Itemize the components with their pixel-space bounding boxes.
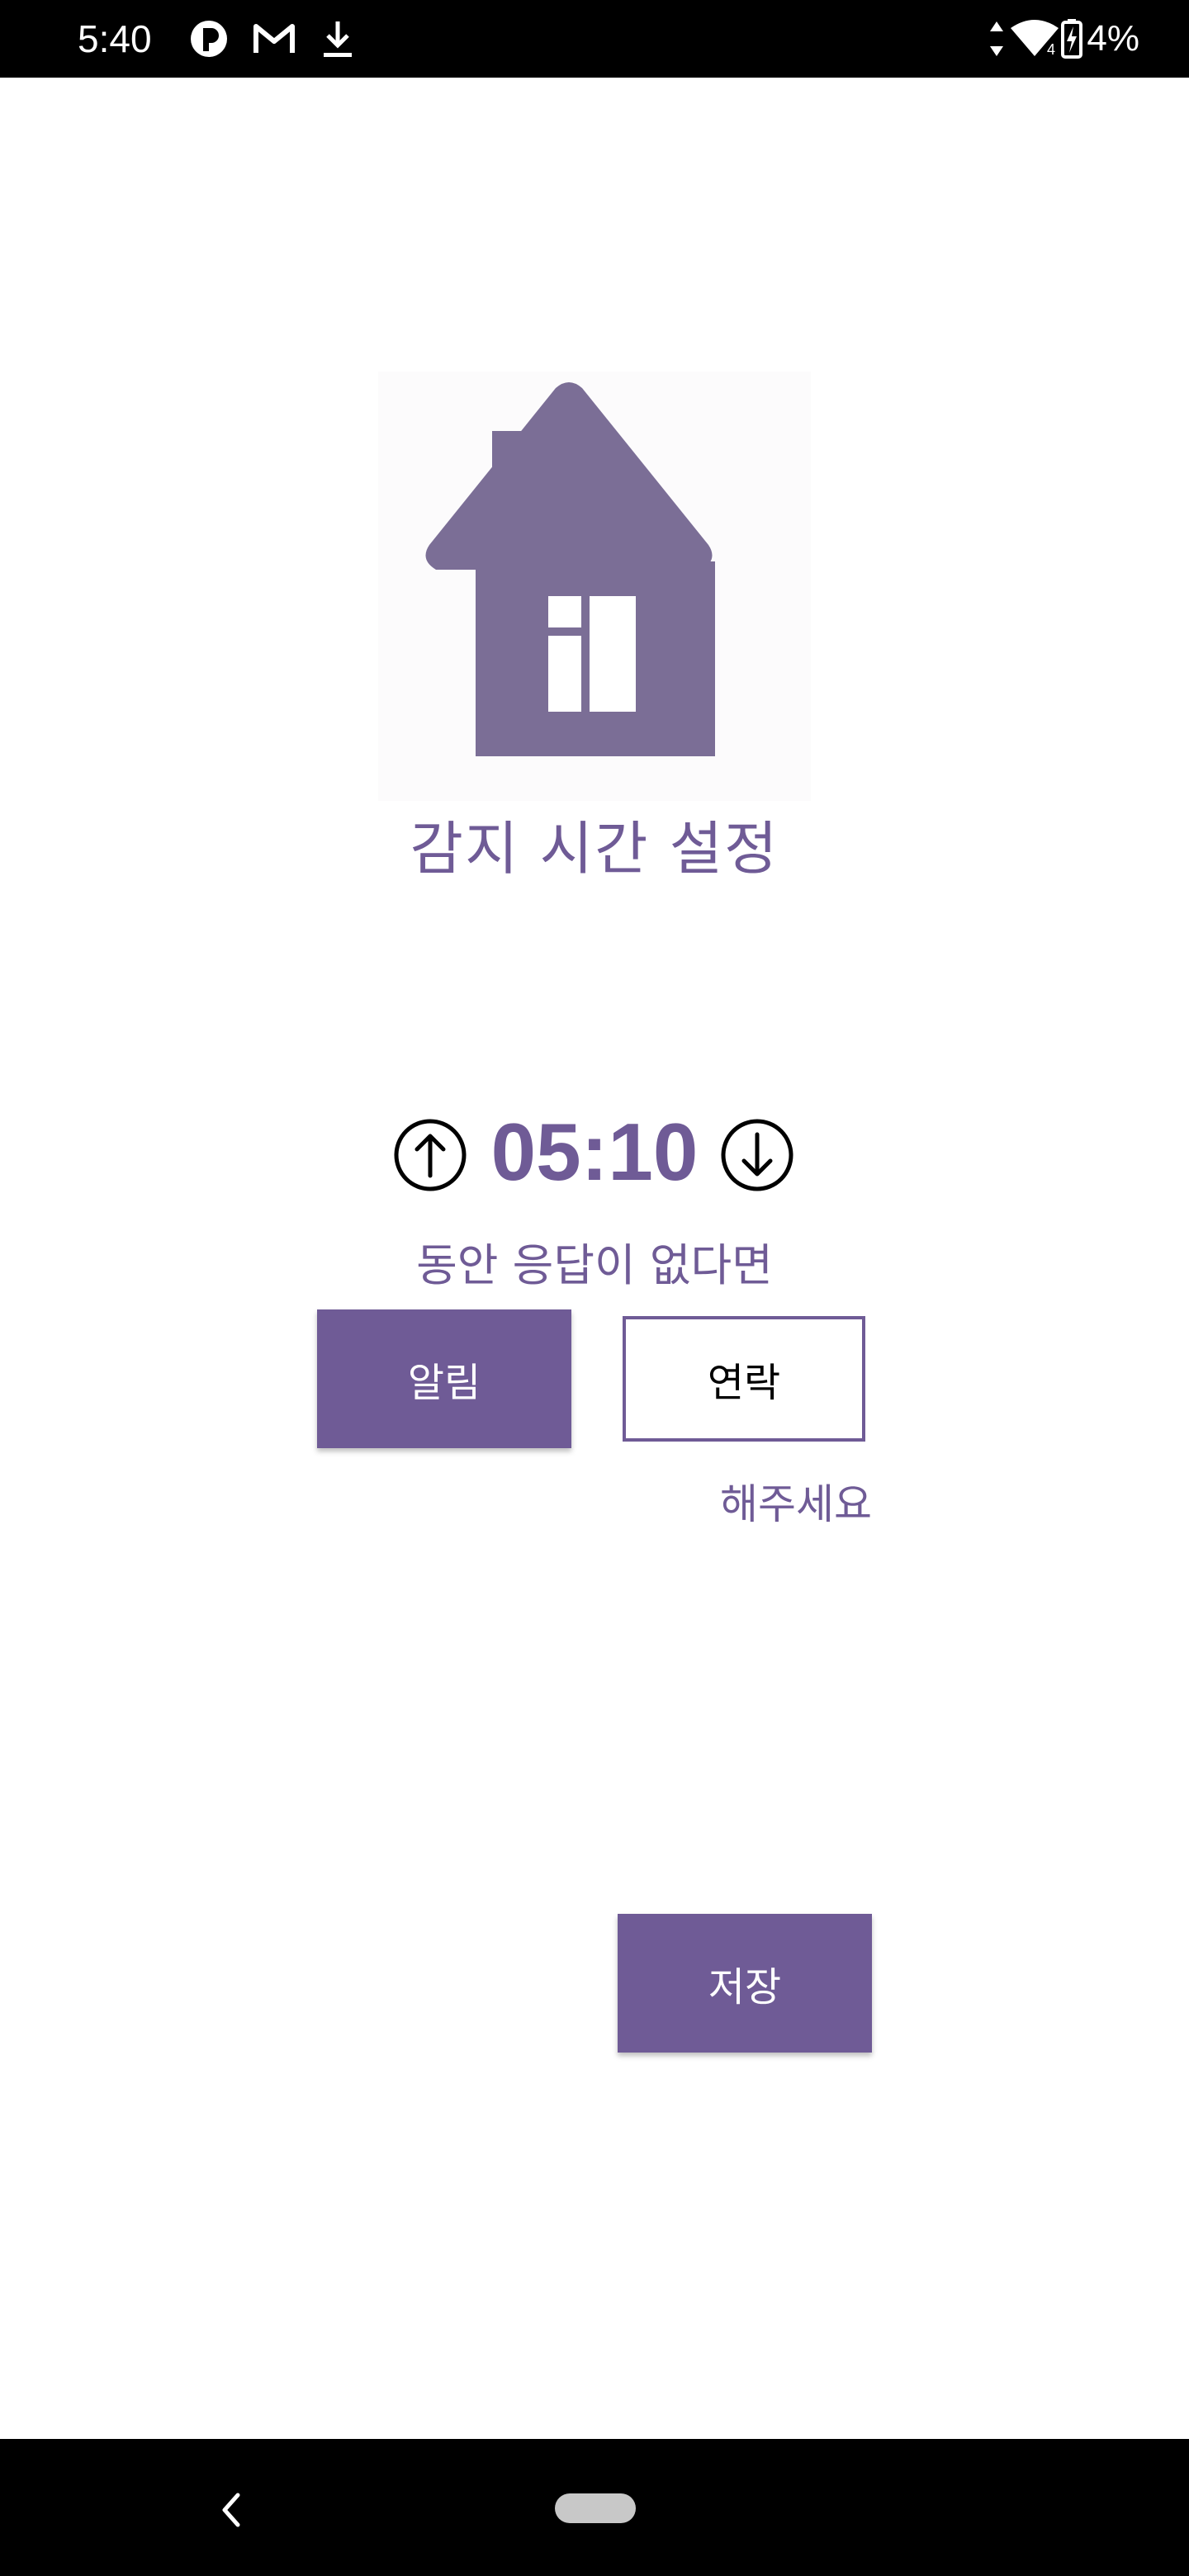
timer-value: 05:10 [490, 1106, 699, 1197]
arrow-up-icon[interactable] [393, 1118, 467, 1192]
download-icon [319, 18, 357, 59]
save-button[interactable]: 저장 [618, 1914, 872, 2053]
notification-app-icon [188, 18, 230, 59]
status-bar: 5:40 4 4% [0, 0, 1189, 78]
gmail-icon [251, 18, 297, 59]
house-icon [378, 372, 811, 801]
timer-row: 05:10 [0, 1106, 1189, 1197]
status-time: 5:40 [78, 17, 152, 60]
battery-charging-icon [1060, 18, 1083, 59]
navigation-bar [0, 2439, 1189, 2576]
back-icon[interactable] [210, 2485, 251, 2535]
timer-caption: 동안 응답이 없다면 [416, 1239, 773, 1291]
data-arrows-icon [988, 18, 1006, 59]
home-pill-icon[interactable] [555, 2493, 636, 2523]
action-suffix-text: 해주세요 [720, 1480, 872, 1528]
alert-button[interactable]: 알림 [317, 1309, 571, 1448]
page-title: 감지 시간 설정 [410, 815, 779, 883]
battery-percentage: 4% [1087, 18, 1139, 59]
wifi-icon: 4 [1009, 18, 1060, 59]
svg-text:4: 4 [1047, 41, 1055, 58]
arrow-down-icon[interactable] [720, 1118, 794, 1192]
contact-button[interactable]: 연락 [623, 1316, 865, 1442]
